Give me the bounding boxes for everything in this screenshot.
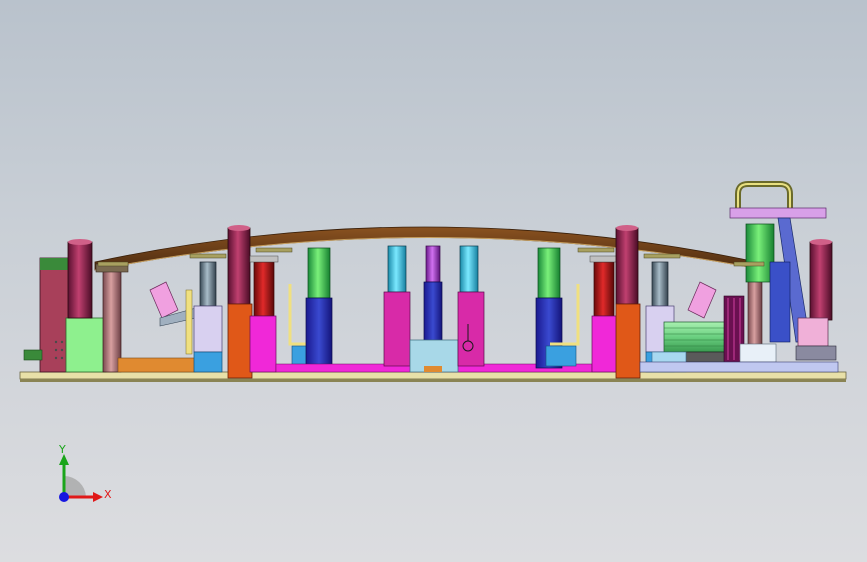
center-right-cylinder[interactable]: [457, 245, 485, 367]
right-red-cylinder[interactable]: [589, 255, 619, 373]
left-end-block[interactable]: [23, 257, 107, 373]
left-main-column[interactable]: [227, 225, 253, 379]
left-red-cylinder[interactable]: [249, 255, 279, 373]
center-left-cylinder[interactable]: [383, 245, 411, 367]
left-orange-rail: [117, 357, 197, 373]
fixture-assembly-model[interactable]: [0, 0, 867, 562]
right-bracket-base[interactable]: [545, 345, 577, 367]
coordinate-triad: [59, 454, 103, 502]
left-maroon-column[interactable]: [67, 239, 93, 319]
center-gauge-block[interactable]: [409, 339, 459, 373]
right-main-column[interactable]: [615, 225, 641, 379]
base-plate[interactable]: [19, 371, 847, 382]
left-green-cylinder[interactable]: [305, 247, 333, 369]
x-axis-label: X: [104, 488, 112, 501]
origin-marker: [59, 492, 69, 502]
left-gray-cylinder[interactable]: [185, 261, 223, 373]
y-axis-label: Y: [59, 443, 66, 456]
right-angled-clamp[interactable]: [687, 281, 717, 319]
cad-viewport[interactable]: Y X: [0, 0, 867, 562]
